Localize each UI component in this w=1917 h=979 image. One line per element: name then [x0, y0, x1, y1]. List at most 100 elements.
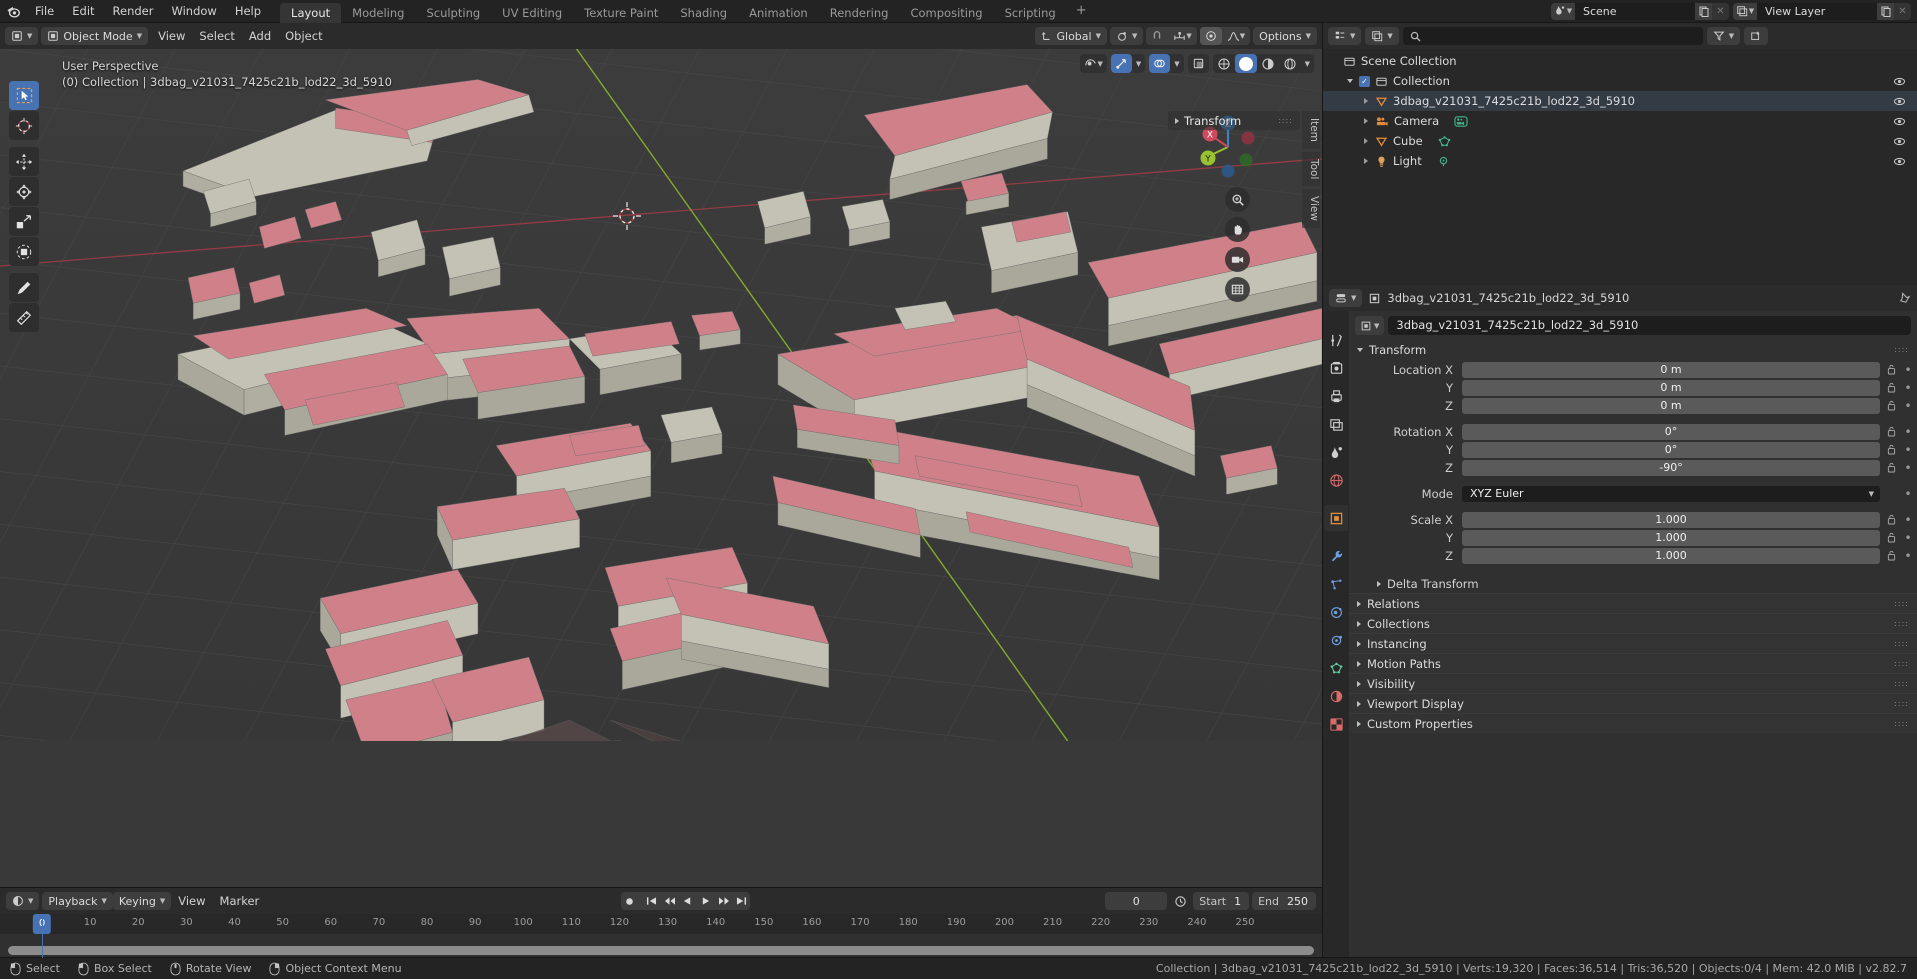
- drag-handle-icon[interactable]: ::::: [1278, 116, 1293, 124]
- menu-item-file[interactable]: File: [26, 0, 63, 23]
- lock-icon[interactable]: [1885, 382, 1898, 393]
- add-workspace-button[interactable]: +: [1067, 1, 1096, 21]
- remove-view-layer-icon[interactable]: ✕: [1894, 2, 1911, 20]
- animate-dot-icon[interactable]: •: [1903, 364, 1913, 376]
- output-tab[interactable]: [1324, 383, 1348, 409]
- 3d-viewport[interactable]: User Perspective (0) Collection | 3dbag_…: [0, 49, 1322, 887]
- lock-icon[interactable]: [1885, 514, 1898, 525]
- new-collection-button[interactable]: [1744, 27, 1769, 45]
- transform-panel-header[interactable]: Transform ::::: [1349, 339, 1917, 360]
- tweak-select-box-icon[interactable]: [9, 81, 39, 110]
- view-layer-selector[interactable]: ▼ View Layer ✕: [1733, 2, 1911, 20]
- interaction-mode-selector[interactable]: Object Mode ▼: [41, 27, 149, 45]
- timeline-editor-type[interactable]: ▼: [6, 892, 40, 910]
- properties-section-motion-paths[interactable]: Motion Paths::::: [1349, 653, 1917, 673]
- gizmo-dropdown[interactable]: ▼: [1132, 54, 1145, 73]
- menu-item-help[interactable]: Help: [226, 0, 270, 23]
- outliner-row[interactable]: 3dbag_v21031_7425c21b_lod22_3d_5910: [1323, 91, 1917, 111]
- transform-icon[interactable]: [9, 237, 39, 266]
- gizmo-group[interactable]: ▼: [1110, 54, 1146, 73]
- modifier-tab[interactable]: [1324, 543, 1348, 569]
- lock-icon[interactable]: [1885, 532, 1898, 543]
- transform-orientation-selector[interactable]: Global ▼: [1034, 27, 1107, 45]
- pin-icon[interactable]: [1898, 291, 1911, 305]
- location-z-field[interactable]: 0 m: [1462, 397, 1880, 414]
- disclosure-triangle-icon[interactable]: [1361, 118, 1370, 124]
- shading-dropdown[interactable]: ▼: [1301, 54, 1314, 73]
- outliner-search-input[interactable]: [1402, 27, 1703, 45]
- scene-name[interactable]: Scene: [1575, 2, 1695, 20]
- auto-key-icon[interactable]: [1170, 892, 1190, 910]
- camera-data-icon[interactable]: [1454, 115, 1468, 128]
- new-scene-icon[interactable]: [1695, 2, 1712, 20]
- outliner-row[interactable]: Light: [1323, 151, 1917, 171]
- current-frame-field[interactable]: 0: [1105, 892, 1168, 910]
- object-visibility-icon[interactable]: ▼: [1080, 54, 1106, 73]
- timeline-menu-keying[interactable]: Keying ▼: [112, 892, 172, 910]
- workspace-tab-rendering[interactable]: Rendering: [819, 3, 900, 23]
- overlays-dropdown[interactable]: ▼: [1170, 54, 1183, 73]
- outliner-row[interactable]: Scene Collection: [1323, 51, 1917, 71]
- light-data-icon[interactable]: [1437, 155, 1450, 168]
- delta-transform-row[interactable]: Delta Transform: [1349, 574, 1917, 593]
- data-tab[interactable]: [1324, 655, 1348, 681]
- object-name-field[interactable]: 3dbag_v21031_7425c21b_lod22_3d_5910: [1388, 316, 1911, 335]
- location-y-field[interactable]: 0 m: [1462, 379, 1880, 396]
- outliner-row[interactable]: Camera: [1323, 111, 1917, 131]
- workspace-tab-layout[interactable]: Layout: [280, 2, 342, 23]
- object-tab[interactable]: [1324, 505, 1348, 531]
- outliner-row[interactable]: Cube: [1323, 131, 1917, 151]
- scale-icon[interactable]: [9, 207, 39, 236]
- animate-dot-icon[interactable]: •: [1903, 514, 1913, 526]
- workspace-tab-sculpting[interactable]: Sculpting: [415, 3, 491, 23]
- n-panel-tab-tool[interactable]: Tool: [1302, 151, 1320, 187]
- overlays-icon[interactable]: [1149, 54, 1171, 73]
- rotation-mode-select[interactable]: XYZ Euler ▼: [1462, 485, 1880, 502]
- workspace-tab-animation[interactable]: Animation: [738, 3, 819, 23]
- menu-item-window[interactable]: Window: [162, 0, 225, 23]
- drag-handle-icon[interactable]: ::::: [1894, 619, 1909, 627]
- properties-section-viewport-display[interactable]: Viewport Display::::: [1349, 693, 1917, 713]
- lock-icon[interactable]: [1885, 364, 1898, 375]
- physics-tab[interactable]: [1324, 599, 1348, 625]
- viewport-menu-object[interactable]: Object: [278, 27, 329, 45]
- texture-tab[interactable]: [1324, 711, 1348, 737]
- outliner-editor-type[interactable]: ▼: [1328, 27, 1362, 45]
- shading-modes-group[interactable]: ▼: [1212, 54, 1314, 73]
- menu-item-render[interactable]: Render: [104, 0, 163, 23]
- animate-dot-icon[interactable]: •: [1903, 400, 1913, 412]
- properties-section-instancing[interactable]: Instancing::::: [1349, 633, 1917, 653]
- snap-target-selector[interactable]: ▼: [1168, 27, 1196, 45]
- zoom-icon[interactable]: [1225, 187, 1250, 212]
- scale-x-field[interactable]: 1.000: [1462, 511, 1880, 528]
- object-visibility-group[interactable]: ▼: [1080, 54, 1107, 73]
- n-panel-transform-header[interactable]: Transform ::::: [1168, 111, 1300, 130]
- xray-toggle-icon[interactable]: [1188, 54, 1209, 73]
- timeline-ruler[interactable]: 0102030405060708090100110120130140150160…: [0, 914, 1322, 934]
- cursor-icon[interactable]: [9, 111, 39, 140]
- properties-section-collections[interactable]: Collections::::: [1349, 613, 1917, 633]
- workspace-tab-compositing[interactable]: Compositing: [899, 3, 993, 23]
- view-layer-name[interactable]: View Layer: [1757, 2, 1877, 20]
- new-view-layer-icon[interactable]: [1877, 2, 1894, 20]
- end-frame-field[interactable]: End 250: [1252, 892, 1316, 910]
- render-tab[interactable]: [1324, 355, 1348, 381]
- outliner-display-mode[interactable]: ▼: [1365, 27, 1399, 45]
- lock-icon[interactable]: [1885, 400, 1898, 411]
- pan-hand-icon[interactable]: [1225, 217, 1250, 242]
- start-frame-field[interactable]: Start 1: [1193, 892, 1250, 910]
- drag-handle-icon[interactable]: ::::: [1894, 639, 1909, 647]
- workspace-tab-scripting[interactable]: Scripting: [994, 3, 1067, 23]
- next-keyframe-icon[interactable]: [715, 892, 732, 910]
- drag-handle-icon[interactable]: ::::: [1894, 659, 1909, 667]
- measure-icon[interactable]: [9, 303, 39, 332]
- outliner-row[interactable]: ✓ Collection: [1323, 71, 1917, 91]
- drag-handle-icon[interactable]: ::::: [1894, 719, 1909, 727]
- scale-z-field[interactable]: 1.000: [1462, 547, 1880, 564]
- proportional-edit-icon[interactable]: [1199, 27, 1222, 45]
- timeline-menu-playback[interactable]: Playback ▼: [42, 892, 113, 910]
- jump-start-icon[interactable]: [643, 892, 660, 910]
- visibility-eye-icon[interactable]: [1891, 95, 1907, 108]
- shading-wireframe-icon[interactable]: [1213, 54, 1235, 73]
- animate-dot-icon[interactable]: •: [1903, 382, 1913, 394]
